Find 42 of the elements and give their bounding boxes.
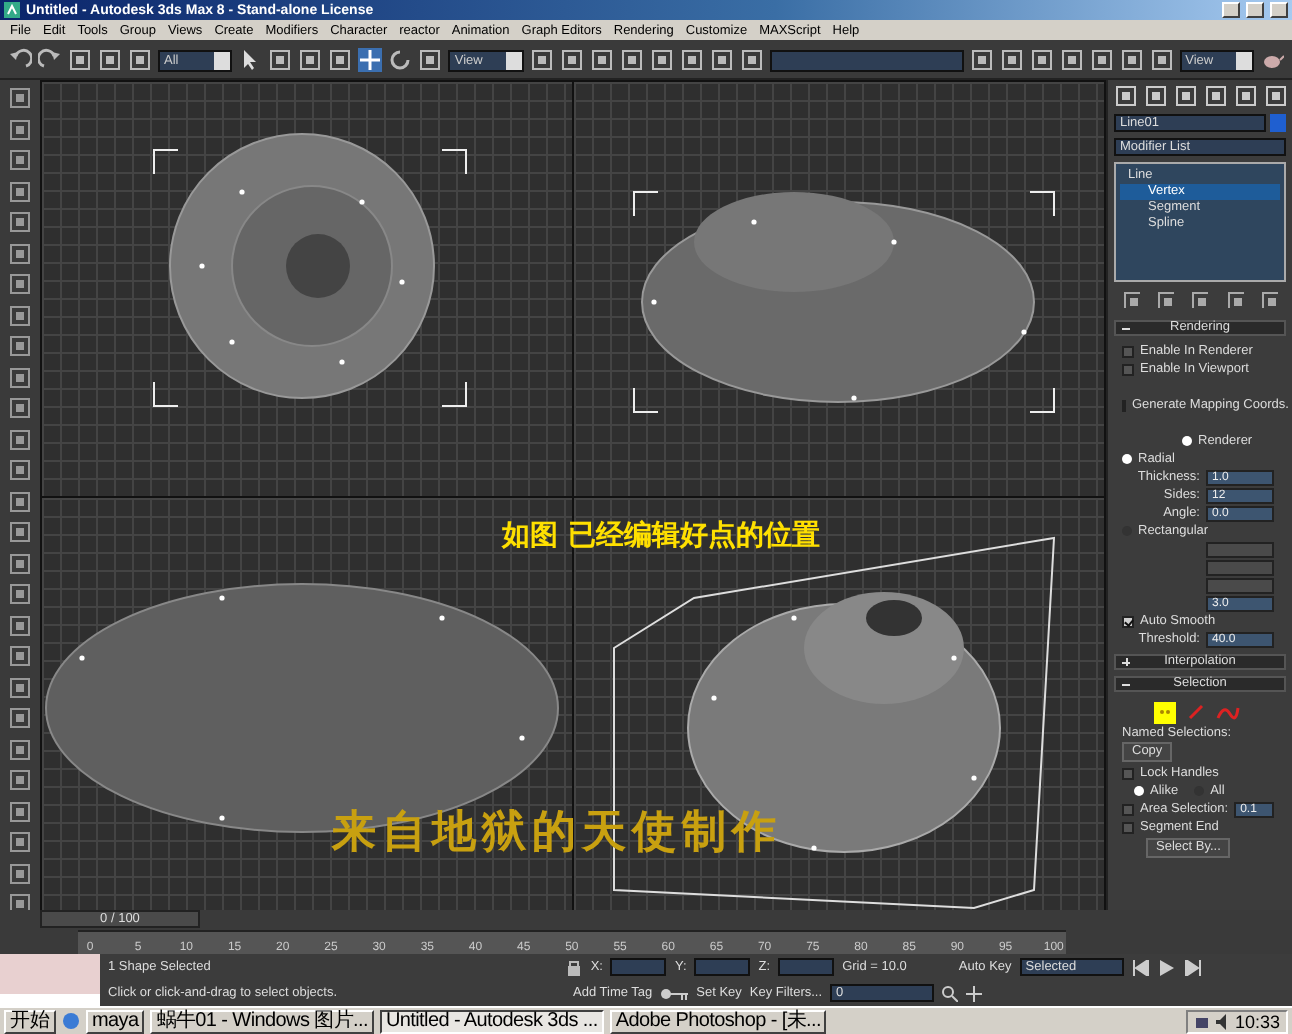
taskbar-button[interactable]: 蜗牛01 - Windows 图片... <box>150 1009 374 1033</box>
object-color-swatch[interactable] <box>1270 114 1286 132</box>
checkbox[interactable] <box>1122 363 1134 375</box>
browser-icon[interactable] <box>62 1012 80 1030</box>
rotate-icon[interactable] <box>388 48 413 72</box>
checkbox[interactable] <box>1122 767 1134 779</box>
start-button[interactable]: 开始 <box>4 1009 56 1033</box>
maximize-button[interactable] <box>1246 2 1264 18</box>
network-icon[interactable] <box>1194 1013 1211 1029</box>
caption-text: 如图 已经编辑好点的位置 <box>502 518 820 554</box>
zoom-icon[interactable] <box>942 985 959 1001</box>
go-to-start-icon[interactable] <box>1131 959 1150 975</box>
y-field[interactable] <box>694 958 751 976</box>
radio-button[interactable] <box>1182 436 1192 446</box>
clock: 10:33 <box>1234 1011 1280 1031</box>
key-icon[interactable] <box>660 987 689 999</box>
x-field[interactable] <box>610 958 667 976</box>
redo-icon[interactable] <box>38 48 62 72</box>
close-button[interactable] <box>1270 2 1288 18</box>
lock-icon[interactable] <box>566 959 583 975</box>
minimize-button[interactable] <box>1222 2 1240 18</box>
checkbox[interactable] <box>1122 345 1134 357</box>
z-field[interactable] <box>778 958 835 976</box>
radio-button[interactable] <box>1122 454 1132 464</box>
vertex-icon[interactable] <box>1154 701 1176 723</box>
undo-icon[interactable] <box>8 48 32 72</box>
volume-icon[interactable] <box>1214 1013 1231 1029</box>
named-selection-field[interactable] <box>769 49 964 71</box>
taskbar-button[interactable]: Adobe Photoshop - [未... <box>609 1009 827 1033</box>
checkbox[interactable] <box>1122 615 1134 627</box>
checkbox[interactable] <box>1122 821 1134 833</box>
checkbox[interactable] <box>1122 803 1134 815</box>
radio-button[interactable] <box>1134 786 1144 796</box>
go-to-end-icon[interactable] <box>1183 959 1202 975</box>
taskbar-button[interactable]: Untitled - Autodesk 3ds ... <box>379 1009 604 1033</box>
play-icon[interactable] <box>1157 959 1176 975</box>
move-icon[interactable] <box>358 48 383 72</box>
app-icon <box>4 2 20 18</box>
viewport[interactable] <box>574 498 1104 910</box>
viewport[interactable] <box>42 498 572 910</box>
pan-icon[interactable] <box>966 985 983 1001</box>
taskbar-button[interactable]: maya <box>86 1009 145 1033</box>
